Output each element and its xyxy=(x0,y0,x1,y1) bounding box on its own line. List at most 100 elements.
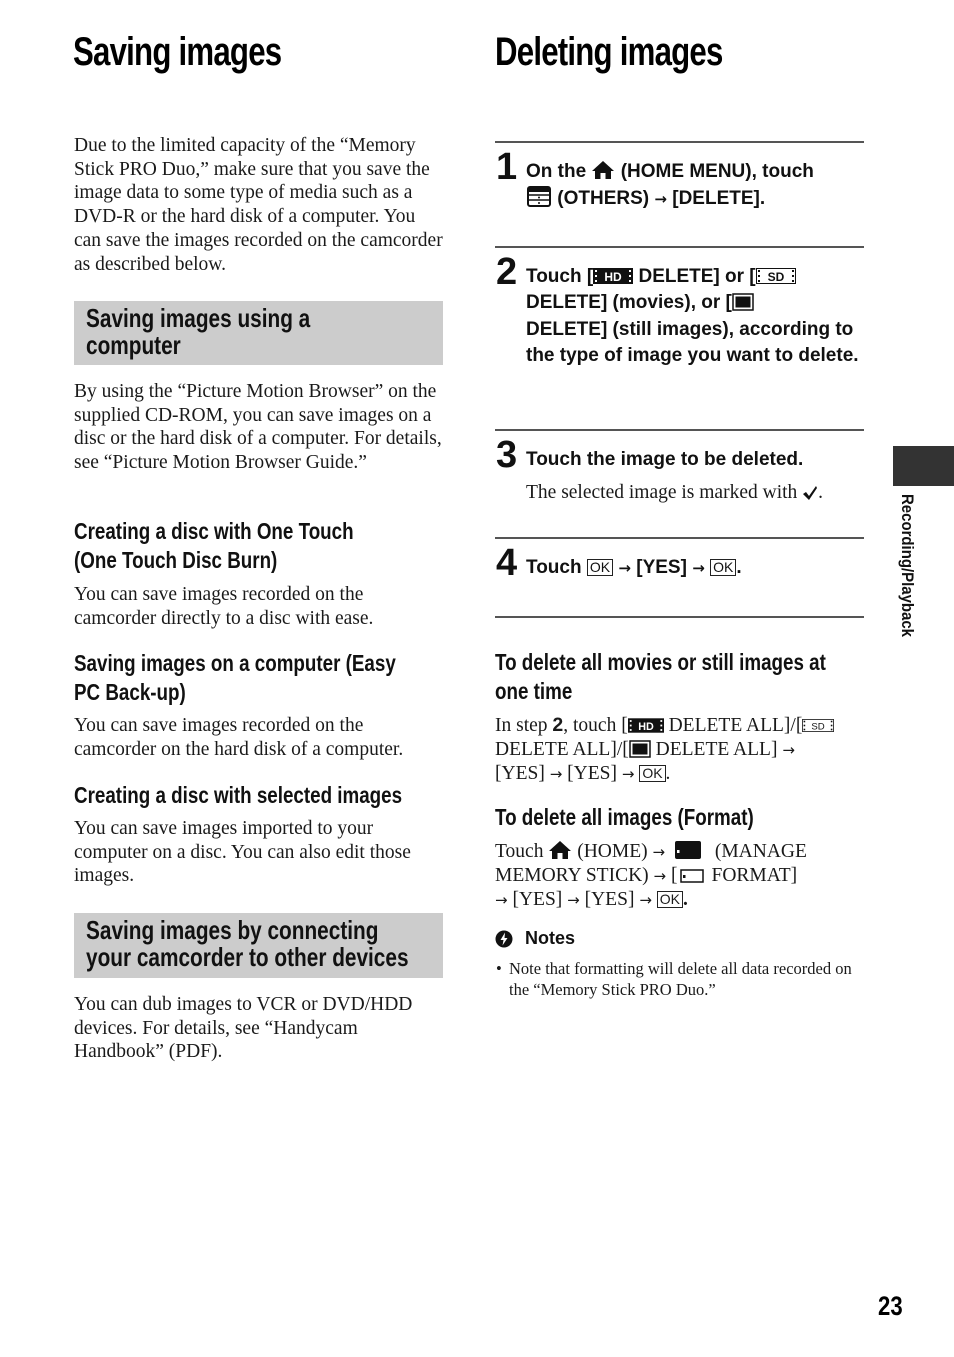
step-number: 4 xyxy=(496,542,518,584)
subsection-body-one-touch: You can save images recorded on the camc… xyxy=(74,584,374,629)
text: Touch xyxy=(526,557,582,578)
text: [ xyxy=(671,865,678,886)
section-heading: Saving images using a xyxy=(86,303,311,333)
sd-movie-icon: SD xyxy=(755,268,796,284)
bullet: • xyxy=(496,959,502,978)
text: Touch xyxy=(495,841,544,862)
step-ref: 2 xyxy=(552,714,564,736)
section-heading: your camcorder to other devices xyxy=(86,942,409,972)
step-4-text: Touch OK → [YES] → OK. xyxy=(526,557,742,578)
step-number: 2 xyxy=(496,251,518,293)
text: [DELETE]. xyxy=(672,188,766,210)
step-number: 3 xyxy=(496,434,518,476)
text: [YES] xyxy=(636,557,687,578)
ok-button-icon: OK xyxy=(639,765,666,782)
section-heading-box-computer: Saving images using a computer xyxy=(74,301,443,365)
subheading-easy-pc-backup: Saving images on a computer (Easy PC Bac… xyxy=(74,649,396,707)
svg-text:HD: HD xyxy=(605,270,623,284)
subheading-line: (One Touch Disc Burn) xyxy=(74,547,278,573)
text: FORMAT] xyxy=(711,865,798,886)
notes-warning-icon xyxy=(495,930,513,947)
home-icon xyxy=(592,161,615,179)
hd-movie-icon: HD xyxy=(627,718,664,733)
text: DELETE ALL]/[ xyxy=(668,715,803,736)
subheading-line: one time xyxy=(495,678,573,704)
text: Note that formatting will delete all dat… xyxy=(509,959,852,999)
text: The selected image is marked with xyxy=(526,482,798,503)
text: In step xyxy=(495,715,548,736)
text: (HOME MENU), touch xyxy=(620,161,814,182)
intro-paragraph: Due to the limited capacity of the “Memo… xyxy=(74,135,443,275)
section-heading: computer xyxy=(86,330,181,360)
delete-all-body: In step 2, touch [ HD DELETE ALL]/[ SD DEL… xyxy=(495,713,865,786)
step-2-text: Touch [ HD DELETE] or [SD DELETE] (movies… xyxy=(526,264,866,369)
step-3-text: Touch the image to be deleted. xyxy=(526,449,804,470)
arrow-icon: → xyxy=(782,741,795,759)
text: On the xyxy=(526,161,587,182)
format-body: Touch (HOME) → (MANAGE MEMORY STICK) → [… xyxy=(495,841,807,910)
section-body-computer: By using the “Picture Motion Browser” on… xyxy=(74,381,442,474)
page-title-saving: Saving images xyxy=(73,30,282,74)
hd-movie-icon: HD xyxy=(593,268,634,284)
ok-button-icon: OK xyxy=(710,559,737,576)
chapter-label: Recording/Playback xyxy=(898,494,917,638)
notes-item: • Note that formatting will delete all d… xyxy=(496,958,856,1000)
sd-movie-icon: SD xyxy=(802,719,835,733)
arrow-icon: → xyxy=(549,765,563,783)
text: [YES] xyxy=(512,889,563,910)
subsection-body-easy-pc: You can save images recorded on the camc… xyxy=(74,715,404,760)
text: DELETE] or [ xyxy=(638,266,756,287)
step-divider xyxy=(495,537,864,539)
text: , touch [ xyxy=(563,715,628,736)
arrow-icon: → xyxy=(652,843,666,861)
arrow-icon: → xyxy=(618,559,631,577)
subheading-selected-images: Creating a disc with selected images xyxy=(74,781,402,810)
text: DELETE] (movies), or [ xyxy=(526,292,732,314)
arrow-icon: → xyxy=(639,891,652,909)
step-divider xyxy=(495,246,864,248)
subheading-delete-all: To delete all movies or still images at … xyxy=(495,648,826,706)
arrow-icon: → xyxy=(654,190,667,209)
text: Touch [ xyxy=(526,266,594,287)
text: [YES] xyxy=(584,889,635,910)
arrow-icon: → xyxy=(495,891,508,909)
section-body-other-devices: You can dub images to VCR or DVD/HDD dev… xyxy=(74,994,413,1063)
text: DELETE ALL]/[ xyxy=(495,739,629,760)
still-image-icon xyxy=(732,293,754,312)
notes-heading: Notes xyxy=(495,928,575,949)
text: (HOME) xyxy=(577,841,648,862)
subheading-line: Creating a disc with One Touch xyxy=(74,518,354,544)
step-3-subtext: The selected image is marked with . xyxy=(526,482,824,503)
arrow-icon: → xyxy=(567,891,580,909)
others-icon xyxy=(527,186,551,208)
section-heading: Saving images by connecting xyxy=(86,915,379,945)
still-image-icon xyxy=(629,740,651,758)
page-number: 23 xyxy=(878,1291,903,1321)
step-divider xyxy=(495,141,864,143)
ok-button-icon: OK xyxy=(656,891,683,908)
svg-text:HD: HD xyxy=(638,721,654,733)
page-title-deleting: Deleting images xyxy=(495,30,723,74)
arrow-icon: → xyxy=(621,765,635,783)
chapter-tab xyxy=(893,446,954,486)
text: DELETE ALL] xyxy=(655,739,778,760)
step-divider xyxy=(495,429,864,431)
subheading-line: Saving images on a computer (Easy xyxy=(74,650,396,676)
text: [YES] xyxy=(567,763,617,784)
memory-card-icon xyxy=(674,841,701,859)
subheading-format: To delete all images (Format) xyxy=(495,804,754,830)
text: DELETE] (still images), according to the… xyxy=(526,318,859,366)
subsection-body-selected: You can save images imported to your com… xyxy=(74,818,411,887)
subheading-line: PC Back-up) xyxy=(74,679,186,705)
svg-text:SD: SD xyxy=(812,722,825,733)
checkmark-icon xyxy=(803,486,818,500)
text: (OTHERS) xyxy=(557,188,650,210)
section-heading-box-other-devices: Saving images by connecting your camcord… xyxy=(74,913,443,978)
subheading-line: To delete all movies or still images at xyxy=(495,649,826,675)
subheading-line: Creating a disc with selected images xyxy=(74,782,403,808)
format-card-icon xyxy=(679,869,704,883)
subheading-one-touch: Creating a disc with One Touch (One Touc… xyxy=(74,517,354,575)
arrow-icon: → xyxy=(692,559,705,577)
ok-button-icon: OK xyxy=(586,559,614,576)
step-1-text: On the (HOME MENU), touch (OTHERS) → [DE… xyxy=(526,159,866,213)
